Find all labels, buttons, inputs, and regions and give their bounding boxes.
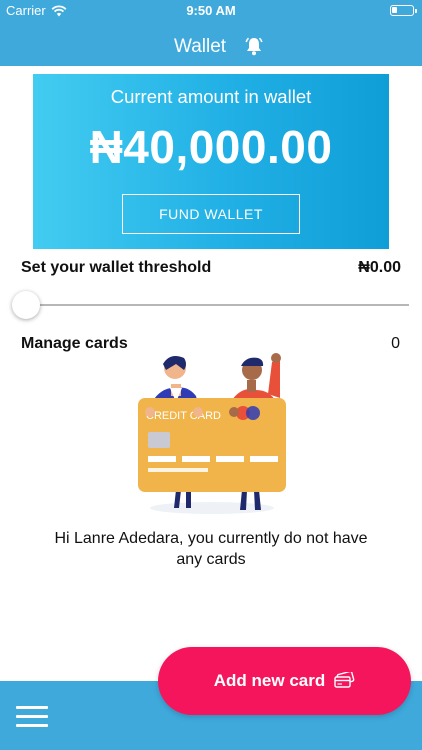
manage-cards-label: Manage cards bbox=[21, 335, 128, 352]
bell-icon[interactable] bbox=[243, 35, 265, 57]
nav-bar: Wallet bbox=[0, 22, 422, 66]
add-new-card-label: Add new card bbox=[213, 671, 326, 690]
wallet-balance-label: Current amount in wallet bbox=[110, 86, 312, 107]
wallet-balance-card: Current amount in wallet ₦40,000.00 FUND… bbox=[33, 74, 389, 249]
threshold-label: Set your wallet threshold bbox=[21, 259, 212, 276]
status-time: 9:50 AM bbox=[186, 3, 236, 18]
status-bar: Carrier 9:50 AM bbox=[0, 0, 422, 22]
threshold-slider-track[interactable] bbox=[26, 304, 409, 306]
battery-icon bbox=[390, 5, 417, 16]
threshold-slider-thumb[interactable] bbox=[12, 291, 40, 319]
card-illustration-text: CREDIT CARD bbox=[146, 410, 221, 422]
threshold-value: ₦0.00 bbox=[358, 259, 401, 276]
wallet-balance-amount: ₦40,000.00 bbox=[89, 121, 333, 173]
hamburger-menu-icon[interactable] bbox=[16, 705, 50, 729]
add-new-card-button[interactable]: Add new card bbox=[158, 647, 411, 715]
empty-cards-message: Hi Lanre Adedara, you currently do not h… bbox=[54, 530, 368, 568]
fund-wallet-button[interactable]: FUND WALLET bbox=[122, 194, 300, 234]
credit-card-illustration: CREDIT CARD bbox=[138, 353, 286, 514]
cards-count: 0 bbox=[391, 335, 400, 352]
credit-card-icon bbox=[334, 672, 355, 688]
page-title: Wallet bbox=[174, 36, 227, 57]
